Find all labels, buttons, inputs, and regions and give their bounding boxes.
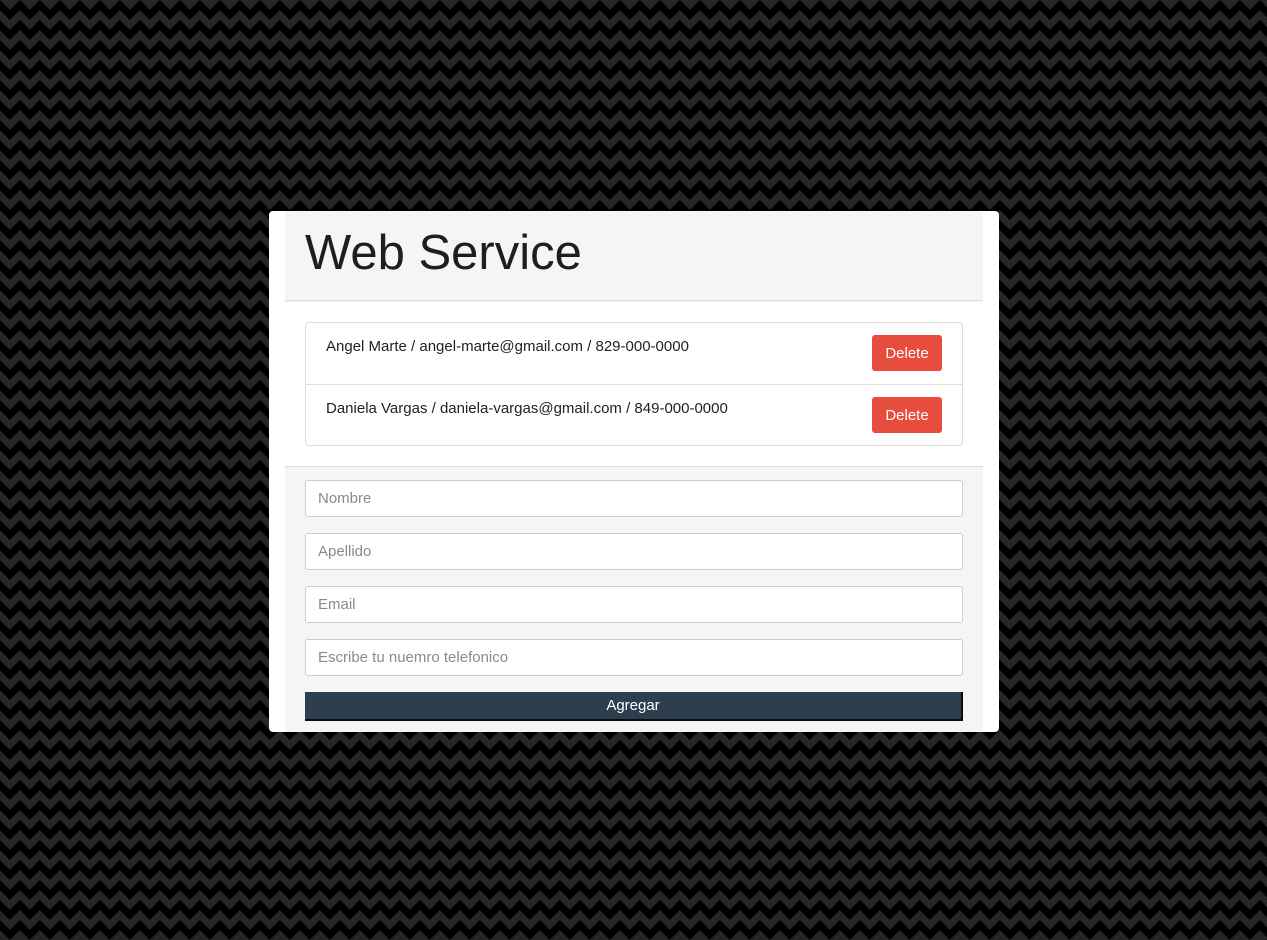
card-header: Web Service bbox=[285, 211, 983, 301]
email-input[interactable] bbox=[305, 586, 963, 623]
page-background: { "app": { "title": "Web Service" }, "co… bbox=[0, 0, 1267, 940]
telefono-input[interactable] bbox=[305, 639, 963, 676]
list-item: Daniela Vargas / daniela-vargas@gmail.co… bbox=[306, 384, 962, 445]
contact-text: Angel Marte / angel-marte@gmail.com / 82… bbox=[326, 338, 689, 355]
contact-text: Daniela Vargas / daniela-vargas@gmail.co… bbox=[326, 400, 728, 417]
nombre-input[interactable] bbox=[305, 480, 963, 517]
apellido-input[interactable] bbox=[305, 533, 963, 570]
card-content: Web Service Angel Marte / angel-marte@gm… bbox=[285, 211, 983, 732]
page-title: Web Service bbox=[305, 226, 582, 280]
contact-list-area: Angel Marte / angel-marte@gmail.com / 82… bbox=[285, 302, 983, 467]
delete-button[interactable]: Delete bbox=[872, 397, 942, 433]
list-item: Angel Marte / angel-marte@gmail.com / 82… bbox=[306, 323, 962, 384]
main-card: Web Service Angel Marte / angel-marte@gm… bbox=[269, 211, 999, 732]
delete-button[interactable]: Delete bbox=[872, 335, 942, 371]
add-contact-form: Agregar bbox=[305, 480, 963, 721]
agregar-button[interactable]: Agregar bbox=[305, 692, 963, 721]
contact-list: Angel Marte / angel-marte@gmail.com / 82… bbox=[305, 322, 963, 446]
